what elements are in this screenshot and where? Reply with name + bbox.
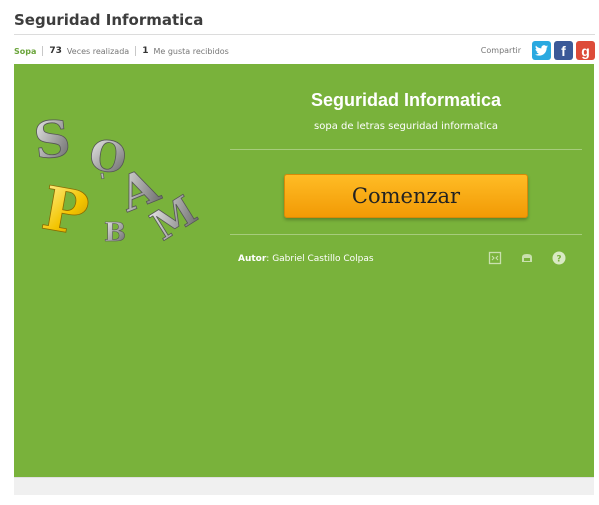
game-panel: S O P A M B ' Seguridad Informatica sopa… xyxy=(14,64,594,477)
plays-label: Veces realizada xyxy=(66,46,130,56)
svg-text:?: ? xyxy=(556,255,561,265)
svg-text:P: P xyxy=(37,173,94,249)
game-description: sopa de letras seguridad informatica xyxy=(314,121,498,132)
page-title: Seguridad Informatica xyxy=(14,11,204,29)
print-icon[interactable] xyxy=(520,251,534,265)
twitter-icon[interactable] xyxy=(532,41,551,60)
author-name: : Gabriel Castillo Colpas xyxy=(266,254,374,264)
start-button[interactable]: Comenzar xyxy=(284,174,528,218)
svg-text:S: S xyxy=(32,109,73,171)
game-footer xyxy=(14,477,594,495)
meta-separator xyxy=(135,46,137,56)
plays-count: 73 xyxy=(49,46,62,56)
sopa-logo: S O P A M B ' xyxy=(31,108,206,251)
likes-count: 1 xyxy=(142,46,149,56)
category-label[interactable]: Sopa xyxy=(14,47,36,56)
game-tools: ? xyxy=(488,251,566,265)
game-title: Seguridad Informatica xyxy=(310,90,502,110)
meta-separator xyxy=(42,46,44,56)
fullscreen-icon[interactable] xyxy=(488,251,502,265)
help-icon[interactable]: ? xyxy=(552,251,566,265)
author-label: Autor xyxy=(238,254,267,264)
author-line: Autor: Gabriel Castillo Colpas xyxy=(238,254,374,264)
title-divider xyxy=(14,34,595,35)
facebook-icon[interactable]: f xyxy=(554,41,573,60)
svg-text:B: B xyxy=(104,218,126,248)
google-plus-icon[interactable]: g xyxy=(576,41,595,60)
share-label: Compartir xyxy=(480,46,521,55)
share-bar: Compartir f g xyxy=(481,41,595,60)
likes-label: Me gusta recibidos xyxy=(153,46,229,56)
game-meta: Sopa 73 Veces realizada 1 Me gusta recib… xyxy=(14,44,229,58)
info-divider xyxy=(230,234,582,235)
info-divider xyxy=(230,149,582,150)
